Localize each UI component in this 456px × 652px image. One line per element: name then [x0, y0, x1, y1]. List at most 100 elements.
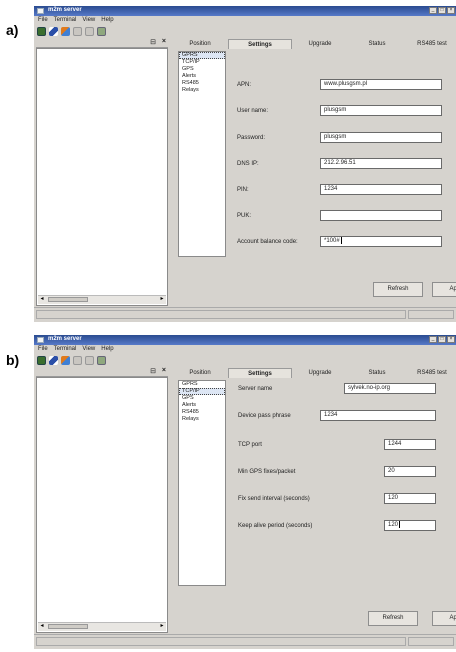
menu-terminal[interactable]: Terminal	[54, 345, 77, 354]
scroll-left-icon[interactable]: ◂	[38, 623, 46, 630]
device-pass-phrase-label: Device pass phrase	[238, 413, 291, 419]
scroll-right-icon[interactable]: ▸	[158, 623, 166, 630]
tree-item-gps[interactable]: GPS	[179, 66, 225, 73]
edit-icon[interactable]	[49, 356, 58, 365]
settings-tree[interactable]: GPRS TCP/IP GPS Alerts RS485 Relays	[178, 380, 226, 586]
apn-field[interactable]: www.plusgsm.pl	[320, 79, 442, 90]
puk-field[interactable]	[320, 210, 442, 221]
device-pass-phrase-field[interactable]: 1234	[320, 410, 436, 421]
close-button[interactable]: ×	[447, 7, 455, 14]
device-list[interactable]: ◂ ▸	[36, 48, 168, 306]
menu-view[interactable]: View	[82, 345, 95, 354]
dns-ip-label: DNS IP:	[237, 161, 259, 167]
panel-close-icon[interactable]: ×	[162, 367, 166, 374]
scroll-left-icon[interactable]: ◂	[38, 296, 46, 303]
left-panel: ⊟ × ◂ ▸	[36, 38, 168, 306]
maximize-button[interactable]: □	[438, 7, 446, 14]
tools-icon[interactable]	[61, 27, 70, 36]
minimize-button[interactable]: _	[429, 7, 437, 14]
text-cursor	[340, 237, 342, 244]
settings-content: GPRS TCP/IP GPS Alerts RS485 Relays Serv…	[170, 378, 456, 633]
min-gps-fixes-label: Min GPS fixes/packet	[238, 469, 296, 475]
password-field[interactable]: plusgsm	[320, 132, 442, 143]
status-bar	[34, 307, 456, 322]
menu-file[interactable]: File	[38, 345, 48, 354]
connect-icon[interactable]	[37, 27, 46, 36]
pin-icon[interactable]: ⊟	[150, 367, 156, 375]
refresh-button[interactable]: Refresh	[368, 611, 418, 626]
scroll-thumb[interactable]	[48, 297, 88, 302]
tree-item-rs485[interactable]: RS485	[179, 80, 225, 87]
menu-file[interactable]: File	[38, 16, 48, 25]
window-title: m2m server	[48, 7, 82, 13]
status-segment-main	[36, 637, 406, 646]
horizontal-scrollbar[interactable]: ◂ ▸	[38, 622, 166, 631]
save-icon[interactable]	[73, 356, 82, 365]
app-icon	[37, 337, 44, 343]
left-panel-header: ⊟ ×	[36, 38, 168, 48]
settings-tree[interactable]: GPRS TCP/IP GPS Alerts RS485 Relays	[178, 51, 226, 257]
tools-icon[interactable]	[61, 356, 70, 365]
copy-icon[interactable]	[85, 356, 94, 365]
menu-view[interactable]: View	[82, 16, 95, 25]
pin-icon[interactable]: ⊟	[150, 38, 156, 46]
user-name-label: User name:	[237, 108, 269, 114]
copy-icon[interactable]	[85, 27, 94, 36]
puk-label: PUK:	[237, 213, 252, 219]
title-bar[interactable]: m2m server _ □ ×	[34, 335, 456, 345]
panel-b-label: b)	[6, 352, 20, 368]
tree-item-gprs[interactable]: GPRS	[179, 381, 225, 388]
connect-icon[interactable]	[37, 356, 46, 365]
app-icon	[37, 8, 44, 14]
close-button[interactable]: ×	[447, 336, 455, 343]
print-icon[interactable]	[97, 27, 106, 36]
tree-item-relays[interactable]: Relays	[179, 87, 225, 94]
menu-terminal[interactable]: Terminal	[54, 16, 77, 25]
horizontal-scrollbar[interactable]: ◂ ▸	[38, 295, 166, 304]
menu-bar: File Terminal View Help	[34, 16, 456, 25]
tree-item-tcpip[interactable]: TCP/IP	[179, 59, 225, 66]
scroll-right-icon[interactable]: ▸	[158, 296, 166, 303]
device-list[interactable]: ◂ ▸	[36, 377, 168, 633]
user-name-field[interactable]: plusgsm	[320, 105, 442, 116]
dns-ip-field[interactable]: 212.2.96.51	[320, 158, 442, 169]
tree-item-gps[interactable]: GPS	[179, 395, 225, 402]
tcp-port-label: TCP port	[238, 442, 262, 448]
keep-alive-period-field[interactable]: 120	[384, 520, 436, 531]
maximize-button[interactable]: □	[438, 336, 446, 343]
apply-button[interactable]: Apply	[432, 611, 456, 626]
print-icon[interactable]	[97, 356, 106, 365]
tree-item-alerts[interactable]: Alerts	[179, 402, 225, 409]
title-bar[interactable]: m2m server _ □ ×	[34, 6, 456, 16]
tab-bar: Position Settings Upgrade Status RS485 t…	[170, 38, 456, 50]
account-balance-code-field[interactable]: *100#	[320, 236, 442, 247]
apply-button[interactable]: Apply	[432, 282, 456, 297]
menu-help[interactable]: Help	[101, 345, 113, 354]
status-segment-main	[36, 310, 406, 319]
left-panel: ⊟ × ◂ ▸	[36, 367, 168, 633]
tree-item-tcpip[interactable]: TCP/IP	[179, 388, 225, 395]
settings-content: GPRS TCP/IP GPS Alerts RS485 Relays APN:…	[170, 49, 456, 306]
text-cursor	[399, 521, 401, 528]
tcp-port-field[interactable]: 1244	[384, 439, 436, 450]
server-name-label: Server name	[238, 386, 273, 392]
fix-send-interval-field[interactable]: 120	[384, 493, 436, 504]
tree-item-alerts[interactable]: Alerts	[179, 73, 225, 80]
tree-item-relays[interactable]: Relays	[179, 416, 225, 423]
pin-field[interactable]: 1234	[320, 184, 442, 195]
status-segment-side	[408, 310, 454, 319]
scroll-thumb[interactable]	[48, 624, 88, 629]
min-gps-fixes-field[interactable]: 20	[384, 466, 436, 477]
minimize-button[interactable]: _	[429, 336, 437, 343]
status-segment-side	[408, 637, 454, 646]
refresh-button[interactable]: Refresh	[373, 282, 423, 297]
server-name-field[interactable]: sylvek.no-ip.org	[344, 383, 436, 394]
edit-icon[interactable]	[49, 27, 58, 36]
tree-item-rs485[interactable]: RS485	[179, 409, 225, 416]
account-balance-code-label: Account balance code:	[237, 239, 298, 245]
tree-item-gprs[interactable]: GPRS	[179, 52, 225, 59]
save-icon[interactable]	[73, 27, 82, 36]
panel-close-icon[interactable]: ×	[162, 38, 166, 45]
menu-help[interactable]: Help	[101, 16, 113, 25]
status-bar	[34, 634, 456, 649]
